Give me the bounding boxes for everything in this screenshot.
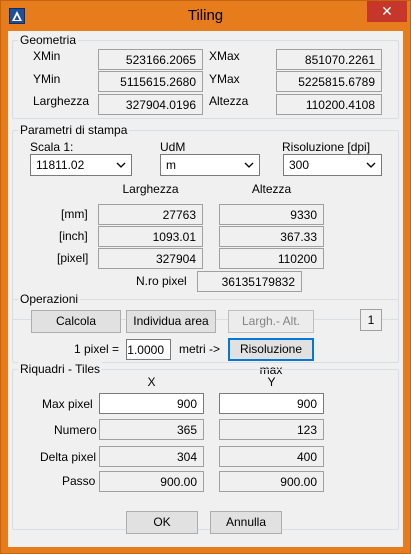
larghezza-label: Larghezza — [33, 94, 90, 108]
individua-area-button[interactable]: Individua area — [126, 310, 216, 333]
risoluzione-select[interactable]: 300 — [283, 154, 382, 176]
npixel-field[interactable]: 36135179832 — [197, 271, 302, 292]
ymax-field[interactable]: 5225815.6789 — [276, 71, 382, 92]
ymin-label: YMin — [33, 72, 61, 86]
xmin-field[interactable]: 523166.2065 — [98, 49, 203, 70]
inch-larghezza-field[interactable]: 1093.01 — [98, 226, 203, 247]
calcola-button[interactable]: Calcola — [31, 310, 121, 333]
ymax-label: YMax — [209, 72, 240, 86]
ok-button[interactable]: OK — [126, 511, 198, 534]
passo-y-field[interactable]: 900.00 — [219, 471, 324, 492]
geometria-group: Geometria XMin 523166.2065 XMax 851070.2… — [12, 33, 399, 119]
riquadri-group-title: Riquadri - Tiles — [18, 362, 103, 376]
close-icon: ✕ — [381, 3, 393, 19]
col-x-label: X — [147, 375, 156, 389]
passo-x-field[interactable]: 900.00 — [99, 471, 204, 492]
operazioni-group-title: Operazioni — [18, 292, 81, 306]
inch-label: [inch] — [59, 229, 88, 243]
numero-y-field[interactable]: 123 — [219, 419, 324, 440]
altezza-field[interactable]: 110200.4108 — [276, 94, 382, 115]
pixel-equals-label: 1 pixel = — [74, 342, 120, 356]
max-pixel-x-input[interactable]: 900 — [99, 393, 204, 414]
xmax-field[interactable]: 851070.2261 — [276, 49, 382, 70]
window-title: Tiling — [187, 7, 224, 24]
delta-pixel-x-field[interactable]: 304 — [99, 446, 204, 467]
xmax-label: XMax — [209, 49, 240, 63]
mm-label: [mm] — [61, 207, 88, 221]
tiling-dialog: Tiling ✕ Geometria XMin 523166.2065 XMax… — [0, 0, 411, 554]
mm-larghezza-field[interactable]: 27763 — [98, 204, 203, 225]
risoluzione-max-button[interactable]: Risoluzione max — [228, 338, 314, 377]
numero-x-field[interactable]: 365 — [99, 419, 204, 440]
risoluzione-label: Risoluzione [dpi] — [282, 140, 371, 154]
title-bar[interactable]: Tiling ✕ — [1, 1, 410, 31]
max-pixel-y-input[interactable]: 900 — [219, 393, 324, 414]
passo-label: Passo — [62, 474, 96, 488]
udm-value: m — [166, 158, 176, 172]
altezza-label: Altezza — [209, 94, 249, 108]
scala-value: 11811.02 — [36, 158, 85, 172]
col-larghezza-label: Larghezza — [122, 182, 179, 196]
npixel-label: N.ro pixel — [136, 274, 187, 288]
pixel-label: [pixel] — [57, 251, 89, 265]
chevron-down-icon — [366, 162, 376, 168]
close-button[interactable]: ✕ — [367, 1, 407, 22]
annulla-button[interactable]: Annulla — [210, 511, 282, 534]
numero-label: Numero — [54, 423, 97, 437]
operazioni-group: Operazioni Calcola Individua area Largh.… — [12, 292, 399, 377]
pixel-larghezza-field[interactable]: 327904 — [98, 248, 203, 269]
col-y-label: Y — [267, 375, 276, 389]
metri-label: metri -> — [179, 342, 221, 356]
chevron-down-icon — [244, 162, 254, 168]
udm-label: UdM — [160, 140, 186, 154]
chevron-down-icon — [116, 162, 126, 168]
delta-pixel-label: Delta pixel — [40, 450, 97, 464]
risoluzione-value: 300 — [289, 158, 310, 172]
largh-alt-button[interactable]: Largh.- Alt. — [228, 310, 314, 333]
max-pixel-label: Max pixel — [42, 397, 93, 411]
inch-altezza-field[interactable]: 367.33 — [219, 226, 324, 247]
pixel-altezza-field[interactable]: 110200 — [219, 248, 324, 269]
udm-select[interactable]: m — [160, 154, 260, 176]
larghezza-field[interactable]: 327904.0196 — [98, 94, 203, 115]
stampa-group-title: Parametri di stampa — [18, 123, 130, 137]
mm-altezza-field[interactable]: 9330 — [219, 204, 324, 225]
delta-pixel-y-field[interactable]: 400 — [219, 446, 324, 467]
scala-select[interactable]: 11811.02 — [30, 154, 132, 176]
geometria-group-title: Geometria — [18, 33, 79, 47]
ymin-field[interactable]: 5115615.2680 — [98, 71, 203, 92]
scala-label: Scala 1: — [30, 140, 74, 154]
xmin-label: XMin — [33, 49, 61, 63]
col-altezza-label: Altezza — [251, 182, 292, 196]
counter-field[interactable]: 1 — [360, 309, 382, 331]
riquadri-group: Riquadri - Tiles X Y Max pixel 900 900 N… — [12, 362, 399, 530]
dialog-client-area: Geometria XMin 523166.2065 XMax 851070.2… — [8, 31, 403, 547]
pixel-metri-input[interactable]: 1.0000 — [126, 339, 171, 360]
